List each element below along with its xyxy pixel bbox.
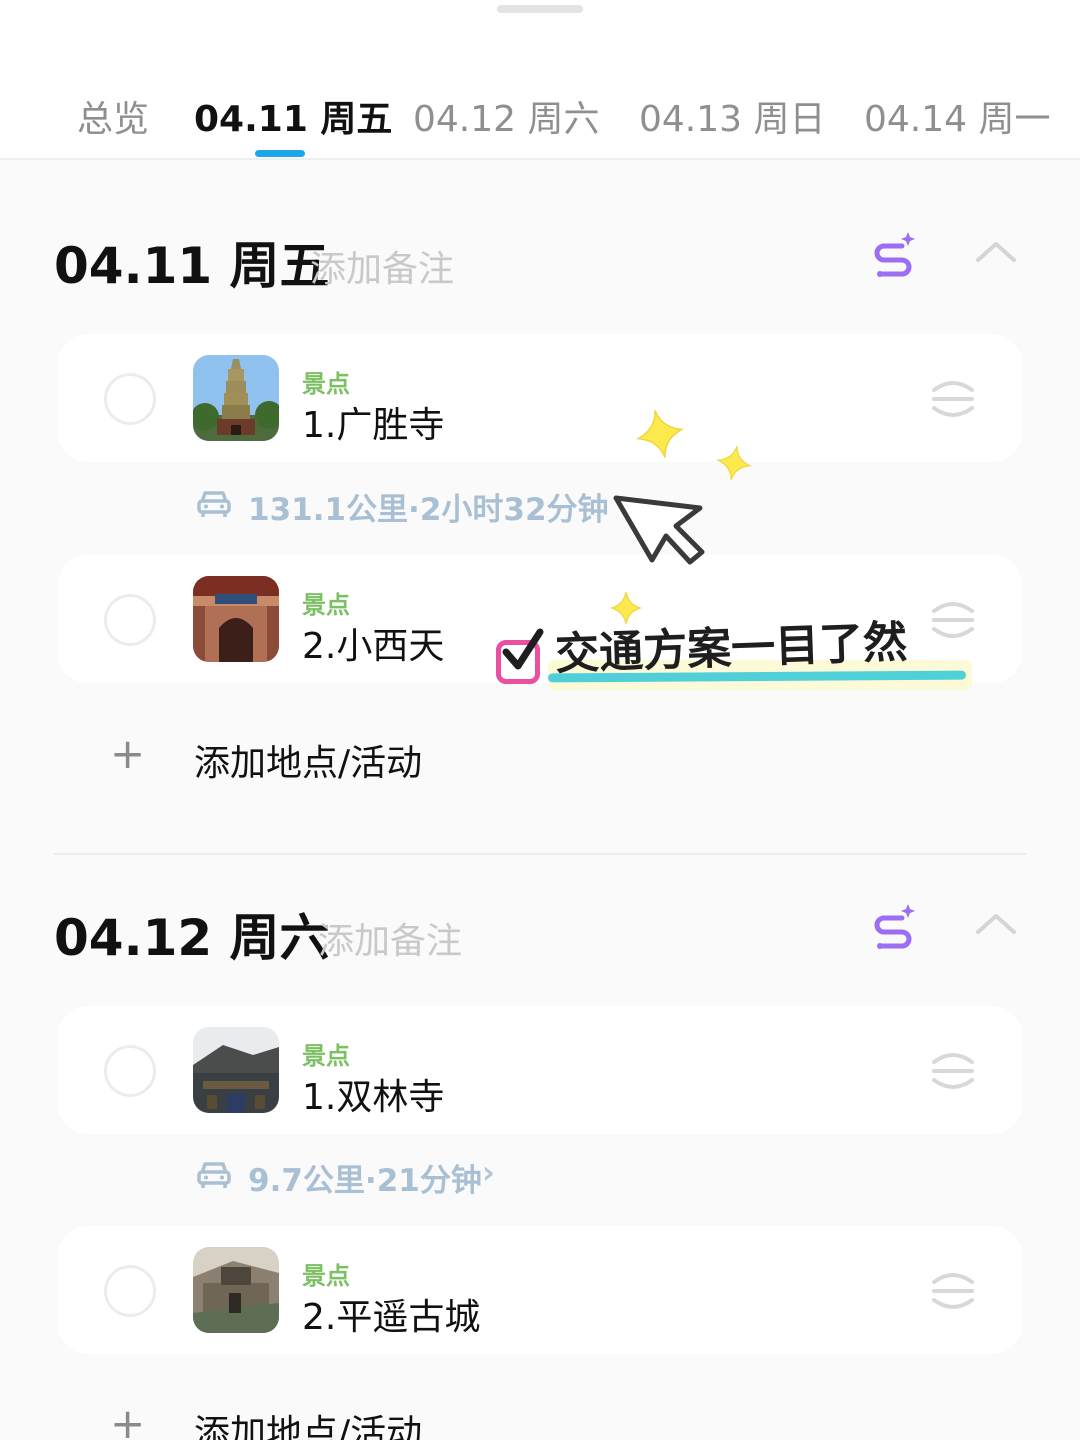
add-note-button[interactable]: 添加备注 [310, 240, 454, 292]
day-title: 04.12 周六 [54, 909, 330, 967]
plus-icon: + [110, 1399, 146, 1440]
sheet-grabber[interactable] [497, 5, 583, 13]
poi-category: 景点 [302, 591, 350, 619]
poi-photo [193, 576, 279, 662]
poi-category: 景点 [302, 1262, 350, 1290]
poi-card[interactable]: 景点 2.小西天 [58, 555, 1022, 683]
tab-day-4[interactable]: 04.14 周一 [864, 90, 1051, 142]
complete-checkbox[interactable] [104, 1265, 156, 1317]
poi-category: 景点 [302, 370, 350, 398]
day-header-2: 04.12 周六 添加备注 [54, 898, 1034, 968]
add-place-label: 添加地点/活动 [194, 1413, 423, 1440]
annotation-overlay: 交通方案一目了然 [0, 0, 1080, 1440]
poi-photo [193, 355, 279, 441]
poi-name: 1.双林寺 [302, 1077, 445, 1118]
transport-text: 9.7公里·21分钟 [248, 1163, 482, 1199]
poi-photo [193, 1247, 279, 1333]
poi-name: 2.平遥古城 [302, 1297, 481, 1338]
tab-day-2[interactable]: 04.12 周六 [413, 90, 600, 142]
complete-checkbox[interactable] [104, 594, 156, 646]
ai-route-icon[interactable] [872, 230, 918, 280]
poi-name: 2.小西天 [302, 626, 445, 667]
poi-category: 景点 [302, 1042, 350, 1070]
plus-icon: + [110, 729, 146, 778]
add-place-button[interactable]: + 添加地点/活动 [110, 729, 710, 785]
drag-handle-icon[interactable] [928, 1270, 978, 1312]
drag-handle-icon[interactable] [928, 1050, 978, 1092]
complete-checkbox[interactable] [104, 1045, 156, 1097]
drag-handle-icon[interactable] [928, 599, 978, 641]
day-title: 04.11 周五 [54, 237, 330, 295]
car-icon [197, 491, 231, 517]
chevron-up-icon[interactable] [974, 908, 1018, 938]
add-place-button[interactable]: + 添加地点/活动 [110, 1402, 710, 1440]
add-place-label: 添加地点/活动 [194, 743, 423, 784]
poi-card[interactable]: 景点 1.广胜寺 [58, 334, 1022, 462]
poi-card[interactable]: 景点 2.平遥古城 [58, 1226, 1022, 1354]
day-header-1: 04.11 周五 添加备注 [54, 226, 1034, 296]
active-tab-indicator [255, 150, 305, 157]
drag-handle-icon[interactable] [928, 378, 978, 420]
tab-day-1[interactable]: 04.11 周五 [194, 90, 392, 142]
ai-route-icon[interactable] [872, 902, 918, 952]
tab-overview[interactable]: 总览 [77, 90, 149, 142]
day-tabs: 总览 04.11 周五 04.12 周六 04.13 周日 04.14 周一 [0, 82, 1080, 157]
car-icon [197, 1162, 231, 1188]
top-bar: 总览 04.11 周五 04.12 周六 04.13 周日 04.14 周一 [0, 0, 1080, 160]
chevron-up-icon[interactable] [974, 236, 1018, 266]
poi-card[interactable]: 景点 1.双林寺 [58, 1006, 1022, 1134]
day-divider [54, 853, 1026, 855]
itinerary-sheet: 总览 04.11 周五 04.12 周六 04.13 周日 04.14 周一 0… [0, 0, 1080, 1440]
chevron-right-icon: › [482, 1155, 495, 1191]
transport-text: 131.1公里·2小时32分钟 [248, 492, 609, 528]
tab-day-3[interactable]: 04.13 周日 [639, 90, 826, 142]
poi-name: 1.广胜寺 [302, 405, 445, 446]
add-note-button[interactable]: 添加备注 [318, 912, 462, 964]
poi-photo [193, 1027, 279, 1113]
complete-checkbox[interactable] [104, 373, 156, 425]
